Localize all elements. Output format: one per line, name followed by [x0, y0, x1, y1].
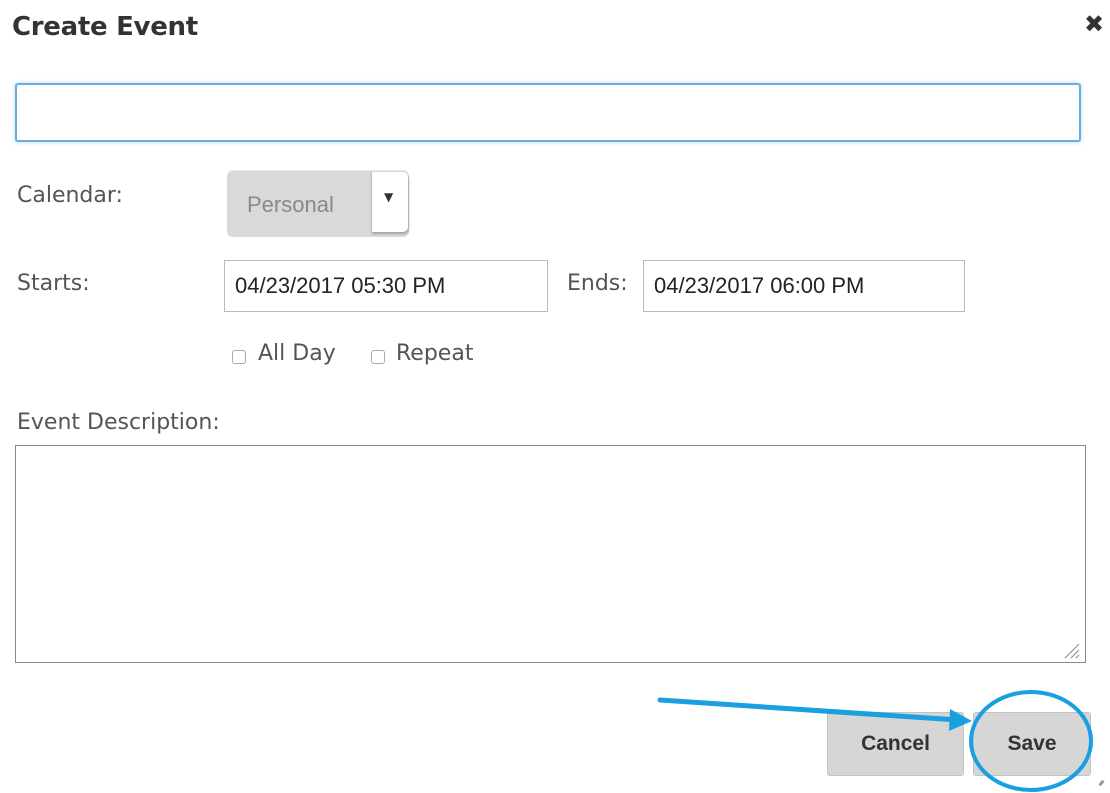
starts-datetime-input[interactable]: 04/23/2017 05:30 PM: [224, 260, 548, 312]
event-description-textarea[interactable]: [15, 445, 1086, 663]
event-title-input[interactable]: [15, 83, 1081, 142]
event-description-label: Event Description:: [17, 410, 220, 435]
all-day-label: All Day: [258, 341, 336, 366]
calendar-select-value: Personal: [247, 192, 334, 217]
ends-label: Ends:: [567, 271, 628, 296]
starts-label: Starts:: [17, 271, 90, 296]
save-button[interactable]: Save: [973, 712, 1091, 776]
create-event-dialog: Create Event ✖ Calendar: Personal ▼ Star…: [0, 0, 1110, 793]
close-icon[interactable]: ✖: [1084, 10, 1104, 38]
dialog-title: Create Event: [12, 12, 198, 42]
cancel-button[interactable]: Cancel: [827, 712, 964, 776]
repeat-label: Repeat: [396, 341, 474, 366]
calendar-dropdown-button[interactable]: ▼: [371, 172, 408, 232]
chevron-down-icon: ▼: [384, 190, 394, 204]
all-day-checkbox[interactable]: [232, 350, 246, 364]
repeat-checkbox[interactable]: [371, 350, 385, 364]
calendar-select[interactable]: Personal ▼: [227, 170, 409, 237]
resize-grip-icon[interactable]: [1062, 641, 1080, 659]
calendar-label: Calendar:: [17, 183, 123, 208]
corner-mark: [1098, 779, 1105, 787]
ends-datetime-input[interactable]: 04/23/2017 06:00 PM: [643, 260, 965, 312]
